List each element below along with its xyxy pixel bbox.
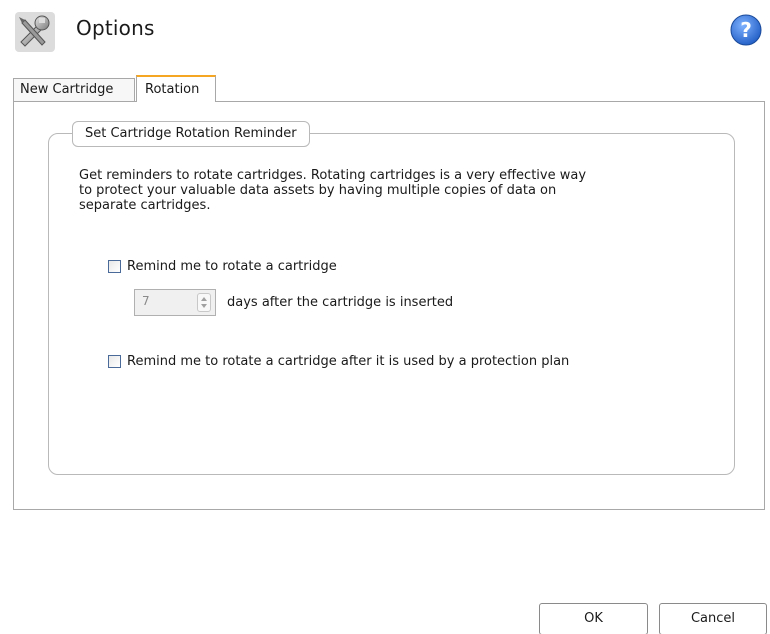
tools-icon	[15, 12, 55, 52]
tab-new-cartridge[interactable]: New Cartridge	[13, 78, 135, 102]
cancel-button[interactable]: Cancel	[659, 603, 767, 634]
remind-after-plan-checkbox[interactable]	[108, 355, 121, 368]
remind-rotate-checkbox-row[interactable]: Remind me to rotate a cartridge	[108, 259, 337, 274]
remind-after-plan-label: Remind me to rotate a cartridge after it…	[127, 354, 570, 369]
ok-button[interactable]: OK	[539, 603, 648, 634]
chevron-up-icon[interactable]	[201, 297, 207, 301]
remind-rotate-checkbox[interactable]	[108, 260, 121, 273]
group-title: Set Cartridge Rotation Reminder	[72, 121, 310, 147]
days-stepper[interactable]: 7	[134, 289, 216, 316]
dialog-title: Options	[76, 16, 155, 40]
description-line: Get reminders to rotate cartridges. Rota…	[79, 168, 587, 183]
chevron-down-icon[interactable]	[201, 304, 207, 308]
remind-rotate-label: Remind me to rotate a cartridge	[127, 259, 337, 274]
description-line: separate cartridges.	[79, 198, 211, 213]
tab-rotation[interactable]: Rotation	[136, 75, 216, 102]
days-value: 7	[142, 294, 150, 308]
remind-after-plan-checkbox-row[interactable]: Remind me to rotate a cartridge after it…	[108, 354, 569, 369]
stepper-arrows[interactable]	[197, 293, 211, 312]
options-dialog: Options ? New Cartridge Rotation Set Car…	[0, 0, 770, 634]
rotation-description: Get reminders to rotate cartridges. Rota…	[79, 168, 679, 213]
help-icon[interactable]: ?	[730, 14, 762, 46]
svg-text:?: ?	[740, 18, 752, 42]
rotation-panel: Set Cartridge Rotation Reminder Get remi…	[13, 101, 765, 510]
description-line: to protect your valuable data assets by …	[79, 183, 557, 198]
days-label: days after the cartridge is inserted	[227, 295, 454, 310]
